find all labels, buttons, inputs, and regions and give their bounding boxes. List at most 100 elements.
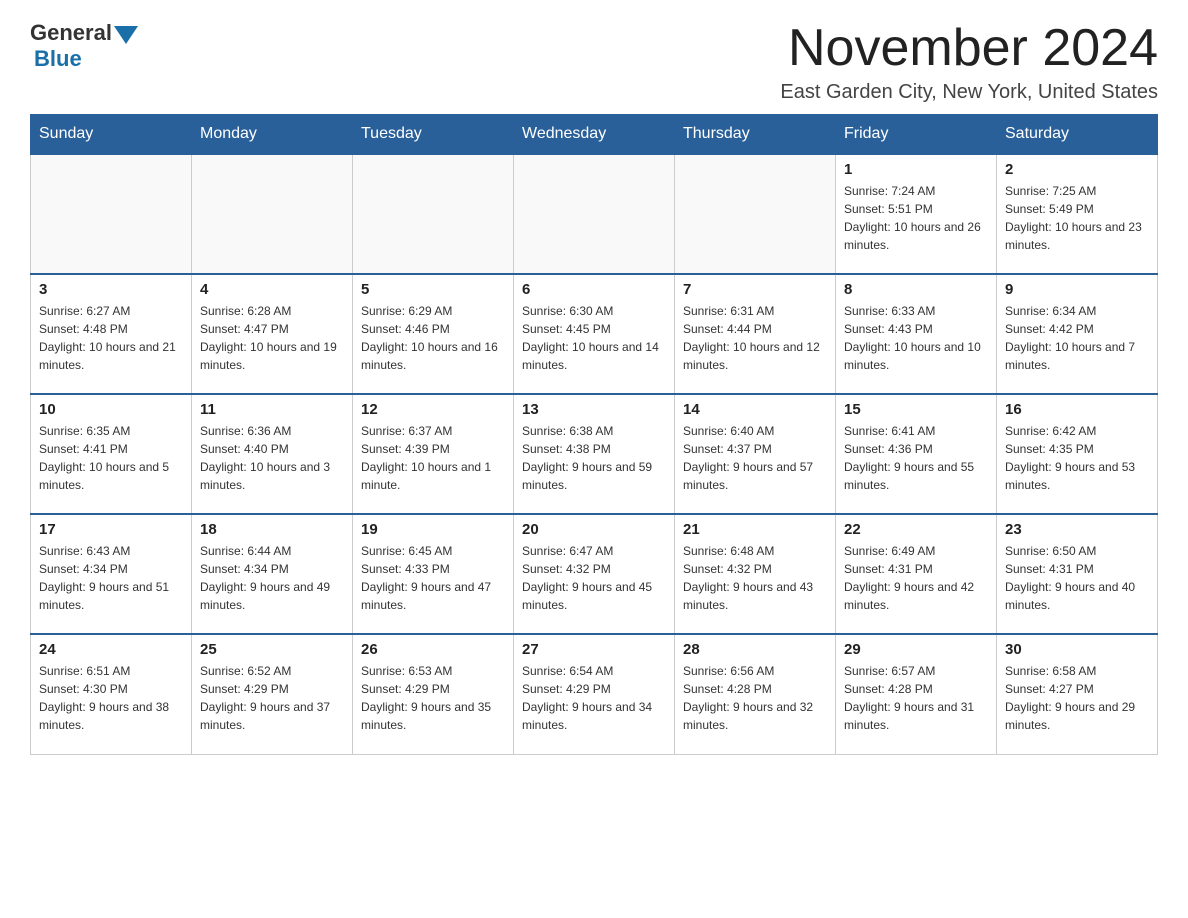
logo-general-text: General bbox=[30, 20, 112, 46]
day-number: 2 bbox=[1005, 161, 1149, 178]
day-info: Sunrise: 6:56 AMSunset: 4:28 PMDaylight:… bbox=[683, 662, 827, 734]
day-number: 21 bbox=[683, 521, 827, 538]
calendar-cell: 28 Sunrise: 6:56 AMSunset: 4:28 PMDayligh… bbox=[675, 634, 836, 754]
day-info: Sunrise: 6:44 AMSunset: 4:34 PMDaylight:… bbox=[200, 542, 344, 614]
calendar-cell bbox=[31, 154, 192, 274]
logo-blue-text: Blue bbox=[34, 46, 82, 72]
day-number: 13 bbox=[522, 401, 666, 418]
day-number: 10 bbox=[39, 401, 183, 418]
day-info: Sunrise: 6:30 AMSunset: 4:45 PMDaylight:… bbox=[522, 302, 666, 374]
calendar-cell bbox=[514, 154, 675, 274]
calendar-cell: 4Sunrise: 6:28 AMSunset: 4:47 PMDaylight… bbox=[192, 274, 353, 394]
calendar-cell: 22 Sunrise: 6:49 AMSunset: 4:31 PMDayligh… bbox=[836, 514, 997, 634]
day-number: 6 bbox=[522, 281, 666, 298]
calendar-cell: 15 Sunrise: 6:41 AMSunset: 4:36 PMDayligh… bbox=[836, 394, 997, 514]
calendar-cell: 6 Sunrise: 6:30 AMSunset: 4:45 PMDaylight… bbox=[514, 274, 675, 394]
day-info: Sunrise: 6:29 AMSunset: 4:46 PMDaylight:… bbox=[361, 302, 505, 374]
day-number: 12 bbox=[361, 401, 505, 418]
day-number: 18 bbox=[200, 521, 344, 538]
day-info: Sunrise: 6:51 AMSunset: 4:30 PMDaylight:… bbox=[39, 662, 183, 734]
day-info: Sunrise: 6:36 AMSunset: 4:40 PMDaylight:… bbox=[200, 422, 344, 494]
calendar-cell: 1 Sunrise: 7:24 AMSunset: 5:51 PMDaylight… bbox=[836, 154, 997, 274]
day-info: Sunrise: 6:52 AMSunset: 4:29 PMDaylight:… bbox=[200, 662, 344, 734]
day-number: 27 bbox=[522, 641, 666, 658]
day-info: Sunrise: 6:42 AMSunset: 4:35 PMDaylight:… bbox=[1005, 422, 1149, 494]
day-info: Sunrise: 6:50 AMSunset: 4:31 PMDaylight:… bbox=[1005, 542, 1149, 614]
day-info: Sunrise: 6:49 AMSunset: 4:31 PMDaylight:… bbox=[844, 542, 988, 614]
day-number: 3 bbox=[39, 281, 183, 298]
day-number: 29 bbox=[844, 641, 988, 658]
day-number: 14 bbox=[683, 401, 827, 418]
day-number: 22 bbox=[844, 521, 988, 538]
calendar-cell: 20 Sunrise: 6:47 AMSunset: 4:32 PMDayligh… bbox=[514, 514, 675, 634]
day-info: Sunrise: 6:38 AMSunset: 4:38 PMDaylight:… bbox=[522, 422, 666, 494]
calendar-cell: 30 Sunrise: 6:58 AMSunset: 4:27 PMDayligh… bbox=[997, 634, 1158, 754]
week-row-2: 3 Sunrise: 6:27 AMSunset: 4:48 PMDaylight… bbox=[31, 274, 1158, 394]
day-number: 30 bbox=[1005, 641, 1149, 658]
day-info: Sunrise: 6:58 AMSunset: 4:27 PMDaylight:… bbox=[1005, 662, 1149, 734]
calendar-header-friday: Friday bbox=[836, 115, 997, 155]
calendar-cell: 16 Sunrise: 6:42 AMSunset: 4:35 PMDayligh… bbox=[997, 394, 1158, 514]
day-info: Sunrise: 6:31 AMSunset: 4:44 PMDaylight:… bbox=[683, 302, 827, 374]
calendar-cell: 7 Sunrise: 6:31 AMSunset: 4:44 PMDaylight… bbox=[675, 274, 836, 394]
day-info: Sunrise: 6:27 AMSunset: 4:48 PMDaylight:… bbox=[39, 302, 183, 374]
day-number: 16 bbox=[1005, 401, 1149, 418]
calendar-cell: 23 Sunrise: 6:50 AMSunset: 4:31 PMDayligh… bbox=[997, 514, 1158, 634]
day-info: Sunrise: 6:40 AMSunset: 4:37 PMDaylight:… bbox=[683, 422, 827, 494]
calendar-cell: 29 Sunrise: 6:57 AMSunset: 4:28 PMDayligh… bbox=[836, 634, 997, 754]
day-info: Sunrise: 6:35 AMSunset: 4:41 PMDaylight:… bbox=[39, 422, 183, 494]
calendar-header-wednesday: Wednesday bbox=[514, 115, 675, 155]
day-info: Sunrise: 6:54 AMSunset: 4:29 PMDaylight:… bbox=[522, 662, 666, 734]
day-info: Sunrise: 6:34 AMSunset: 4:42 PMDaylight:… bbox=[1005, 302, 1149, 374]
day-info: Sunrise: 7:24 AMSunset: 5:51 PMDaylight:… bbox=[844, 182, 988, 254]
calendar-cell bbox=[675, 154, 836, 274]
calendar-cell: 8Sunrise: 6:33 AMSunset: 4:43 PMDaylight… bbox=[836, 274, 997, 394]
day-info: Sunrise: 6:45 AMSunset: 4:33 PMDaylight:… bbox=[361, 542, 505, 614]
calendar-header-sunday: Sunday bbox=[31, 115, 192, 155]
day-info: Sunrise: 6:48 AMSunset: 4:32 PMDaylight:… bbox=[683, 542, 827, 614]
calendar-header-thursday: Thursday bbox=[675, 115, 836, 155]
day-number: 17 bbox=[39, 521, 183, 538]
title-section: November 2024 East Garden City, New York… bbox=[780, 20, 1158, 104]
calendar-cell: 14 Sunrise: 6:40 AMSunset: 4:37 PMDayligh… bbox=[675, 394, 836, 514]
day-info: Sunrise: 6:43 AMSunset: 4:34 PMDaylight:… bbox=[39, 542, 183, 614]
day-number: 20 bbox=[522, 521, 666, 538]
day-number: 15 bbox=[844, 401, 988, 418]
day-number: 28 bbox=[683, 641, 827, 658]
day-number: 23 bbox=[1005, 521, 1149, 538]
calendar-cell: 25 Sunrise: 6:52 AMSunset: 4:29 PMDayligh… bbox=[192, 634, 353, 754]
day-info: Sunrise: 6:57 AMSunset: 4:28 PMDaylight:… bbox=[844, 662, 988, 734]
calendar-cell: 11Sunrise: 6:36 AMSunset: 4:40 PMDayligh… bbox=[192, 394, 353, 514]
day-info: Sunrise: 7:25 AMSunset: 5:49 PMDaylight:… bbox=[1005, 182, 1149, 254]
calendar-cell bbox=[353, 154, 514, 274]
week-row-1: 1 Sunrise: 7:24 AMSunset: 5:51 PMDaylight… bbox=[31, 154, 1158, 274]
day-info: Sunrise: 6:53 AMSunset: 4:29 PMDaylight:… bbox=[361, 662, 505, 734]
day-number: 7 bbox=[683, 281, 827, 298]
day-info: Sunrise: 6:41 AMSunset: 4:36 PMDaylight:… bbox=[844, 422, 988, 494]
calendar-cell: 17 Sunrise: 6:43 AMSunset: 4:34 PMDayligh… bbox=[31, 514, 192, 634]
day-number: 9 bbox=[1005, 281, 1149, 298]
calendar-table: SundayMondayTuesdayWednesdayThursdayFrid… bbox=[30, 114, 1158, 755]
calendar-cell: 9 Sunrise: 6:34 AMSunset: 4:42 PMDaylight… bbox=[997, 274, 1158, 394]
calendar-cell: 26Sunrise: 6:53 AMSunset: 4:29 PMDayligh… bbox=[353, 634, 514, 754]
calendar-cell: 19 Sunrise: 6:45 AMSunset: 4:33 PMDayligh… bbox=[353, 514, 514, 634]
page-subtitle: East Garden City, New York, United State… bbox=[780, 81, 1158, 104]
week-row-3: 10 Sunrise: 6:35 AMSunset: 4:41 PMDayligh… bbox=[31, 394, 1158, 514]
logo-triangle-icon bbox=[114, 26, 138, 44]
day-info: Sunrise: 6:47 AMSunset: 4:32 PMDaylight:… bbox=[522, 542, 666, 614]
page-header: General Blue November 2024 East Garden C… bbox=[30, 20, 1158, 104]
calendar-header-saturday: Saturday bbox=[997, 115, 1158, 155]
calendar-cell: 3 Sunrise: 6:27 AMSunset: 4:48 PMDaylight… bbox=[31, 274, 192, 394]
calendar-cell bbox=[192, 154, 353, 274]
day-number: 5 bbox=[361, 281, 505, 298]
day-number: 19 bbox=[361, 521, 505, 538]
week-row-5: 24Sunrise: 6:51 AMSunset: 4:30 PMDayligh… bbox=[31, 634, 1158, 754]
day-number: 1 bbox=[844, 161, 988, 178]
logo: General Blue bbox=[30, 20, 140, 72]
calendar-cell: 18 Sunrise: 6:44 AMSunset: 4:34 PMDayligh… bbox=[192, 514, 353, 634]
calendar-cell: 24Sunrise: 6:51 AMSunset: 4:30 PMDayligh… bbox=[31, 634, 192, 754]
calendar-header-tuesday: Tuesday bbox=[353, 115, 514, 155]
day-info: Sunrise: 6:37 AMSunset: 4:39 PMDaylight:… bbox=[361, 422, 505, 494]
calendar-cell: 5 Sunrise: 6:29 AMSunset: 4:46 PMDaylight… bbox=[353, 274, 514, 394]
day-number: 25 bbox=[200, 641, 344, 658]
